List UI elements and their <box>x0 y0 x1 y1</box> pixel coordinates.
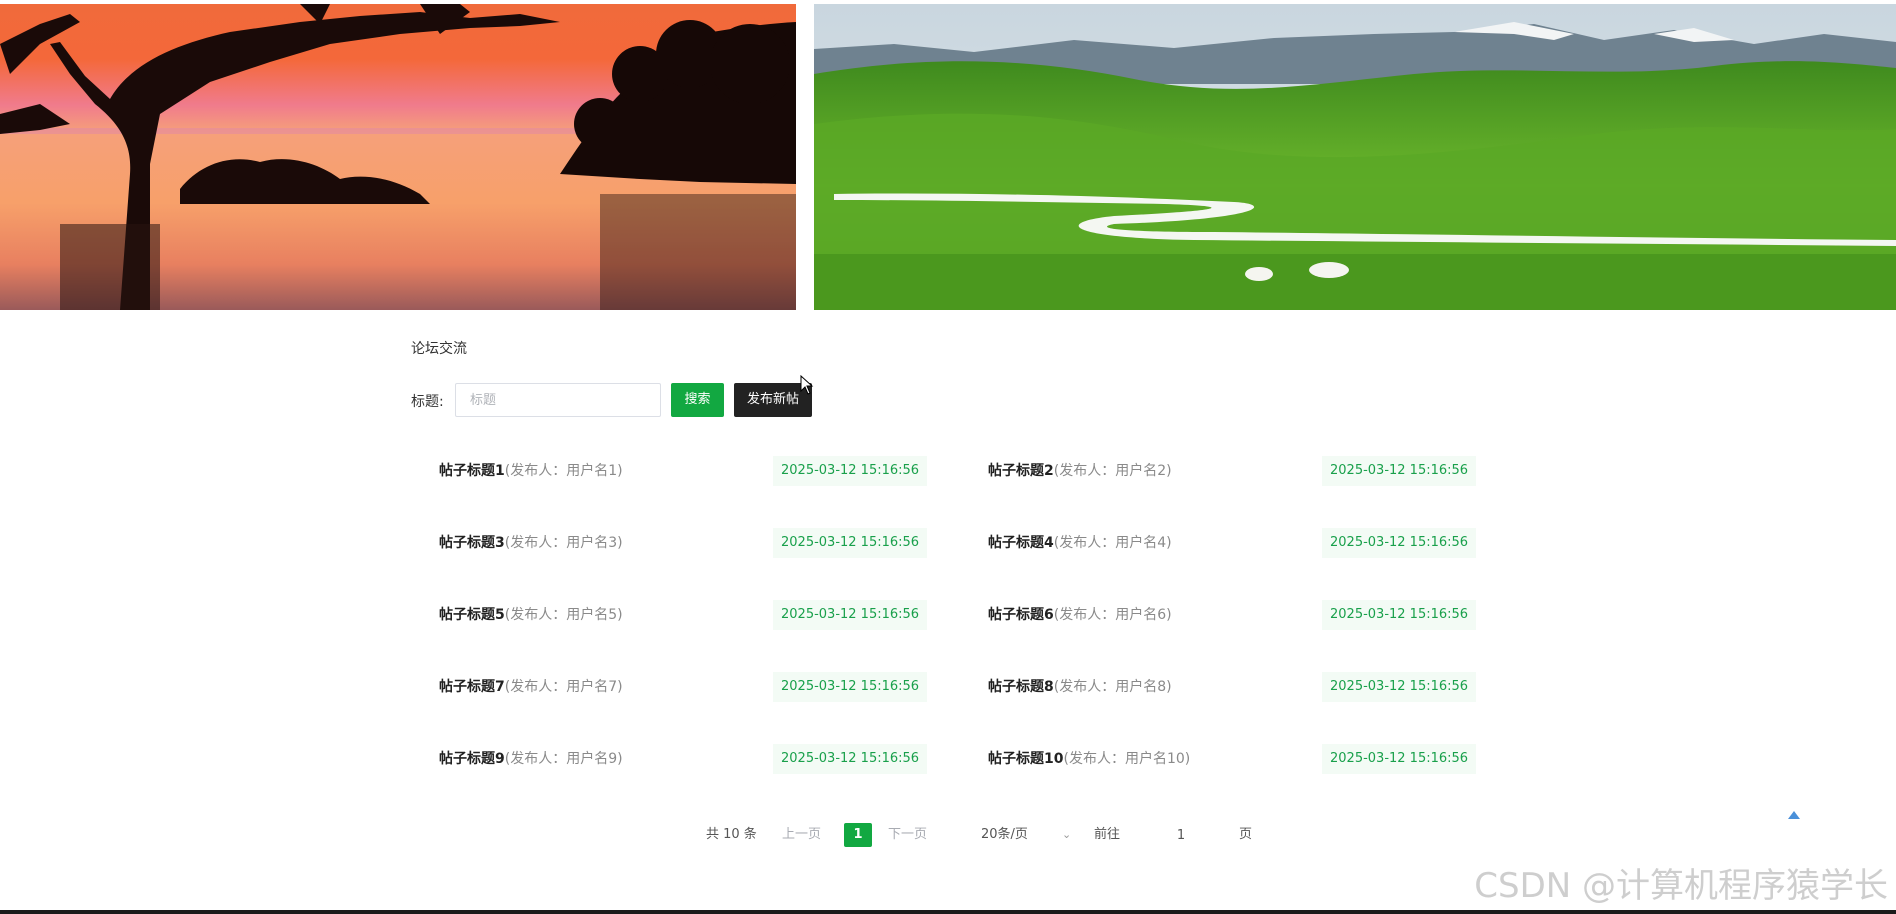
banner-sunset-image <box>0 4 796 310</box>
post-author: (发布人：用户名1) <box>504 463 623 479</box>
post-title[interactable]: 帖子标题3 <box>439 535 505 551</box>
post-title[interactable]: 帖子标题10 <box>988 751 1063 767</box>
post-author: (发布人：用户名4) <box>1053 535 1172 551</box>
post-item[interactable]: 帖子标题10(发布人：用户名10) <box>988 744 1190 774</box>
post-date: 2025-03-12 15:16:56 <box>773 672 928 702</box>
post-title[interactable]: 帖子标题2 <box>988 463 1054 479</box>
search-label: 标题: <box>411 394 444 410</box>
post-item[interactable]: 帖子标题4(发布人：用户名4) <box>988 528 1172 558</box>
post-author: (发布人：用户名10) <box>1063 751 1191 767</box>
pagination-page-current[interactable]: 1 <box>844 823 872 847</box>
chevron-down-icon[interactable]: ⌄ <box>1062 823 1071 847</box>
pagination-prev-button[interactable]: 上一页 <box>782 823 821 847</box>
forum-page: 论坛交流 标题: 搜索 发布新帖 帖子标题1(发布人：用户名1) 2025-03… <box>0 0 1896 914</box>
post-item[interactable]: 帖子标题8(发布人：用户名8) <box>988 672 1172 702</box>
post-date: 2025-03-12 15:16:56 <box>773 456 928 486</box>
pagination-goto-input[interactable] <box>1146 821 1216 849</box>
post-title[interactable]: 帖子标题4 <box>988 535 1054 551</box>
post-date: 2025-03-12 15:16:56 <box>1322 528 1477 558</box>
post-date: 2025-03-12 15:16:56 <box>1322 672 1477 702</box>
post-author: (发布人：用户名3) <box>504 535 623 551</box>
banner-grassland-image <box>814 4 1896 310</box>
triangle-up-icon[interactable] <box>1787 810 1801 820</box>
post-date: 2025-03-12 15:16:56 <box>773 744 928 774</box>
post-date: 2025-03-12 15:16:56 <box>1322 600 1477 630</box>
post-title[interactable]: 帖子标题1 <box>439 463 505 479</box>
post-item[interactable]: 帖子标题2(发布人：用户名2) <box>988 456 1172 486</box>
post-item[interactable]: 帖子标题7(发布人：用户名7) <box>439 672 623 702</box>
post-author: (发布人：用户名8) <box>1053 679 1172 695</box>
page-size-select[interactable]: 20条/页 <box>981 823 1075 847</box>
post-item[interactable]: 帖子标题5(发布人：用户名5) <box>439 600 623 630</box>
post-author: (发布人：用户名6) <box>1053 607 1172 623</box>
post-title[interactable]: 帖子标题7 <box>439 679 505 695</box>
post-item[interactable]: 帖子标题3(发布人：用户名3) <box>439 528 623 558</box>
bottom-bar <box>0 910 1896 914</box>
section-title: 论坛交流 <box>411 341 467 357</box>
post-item[interactable]: 帖子标题6(发布人：用户名6) <box>988 600 1172 630</box>
mouse-pointer-icon <box>800 375 814 395</box>
post-date: 2025-03-12 15:16:56 <box>1322 456 1477 486</box>
post-item[interactable]: 帖子标题1(发布人：用户名1) <box>439 456 623 486</box>
post-title[interactable]: 帖子标题6 <box>988 607 1054 623</box>
post-title[interactable]: 帖子标题5 <box>439 607 505 623</box>
post-author: (发布人：用户名9) <box>504 751 623 767</box>
post-date: 2025-03-12 15:16:56 <box>773 528 928 558</box>
pagination-page-unit: 页 <box>1239 827 1253 842</box>
post-author: (发布人：用户名7) <box>504 679 623 695</box>
search-button[interactable]: 搜索 <box>671 383 724 417</box>
pagination-total: 共 10 条 <box>706 827 757 842</box>
post-author: (发布人：用户名5) <box>504 607 623 623</box>
post-date: 2025-03-12 15:16:56 <box>773 600 928 630</box>
csdn-watermark: CSDN @计算机程序猿学长 <box>1474 866 1888 906</box>
post-author: (发布人：用户名2) <box>1053 463 1172 479</box>
pagination-next-button[interactable]: 下一页 <box>888 823 927 847</box>
search-input[interactable] <box>455 383 661 417</box>
pagination-goto-label: 前往 <box>1094 827 1121 842</box>
post-title[interactable]: 帖子标题8 <box>988 679 1054 695</box>
post-title[interactable]: 帖子标题9 <box>439 751 505 767</box>
post-date: 2025-03-12 15:16:56 <box>1322 744 1477 774</box>
post-item[interactable]: 帖子标题9(发布人：用户名9) <box>439 744 623 774</box>
